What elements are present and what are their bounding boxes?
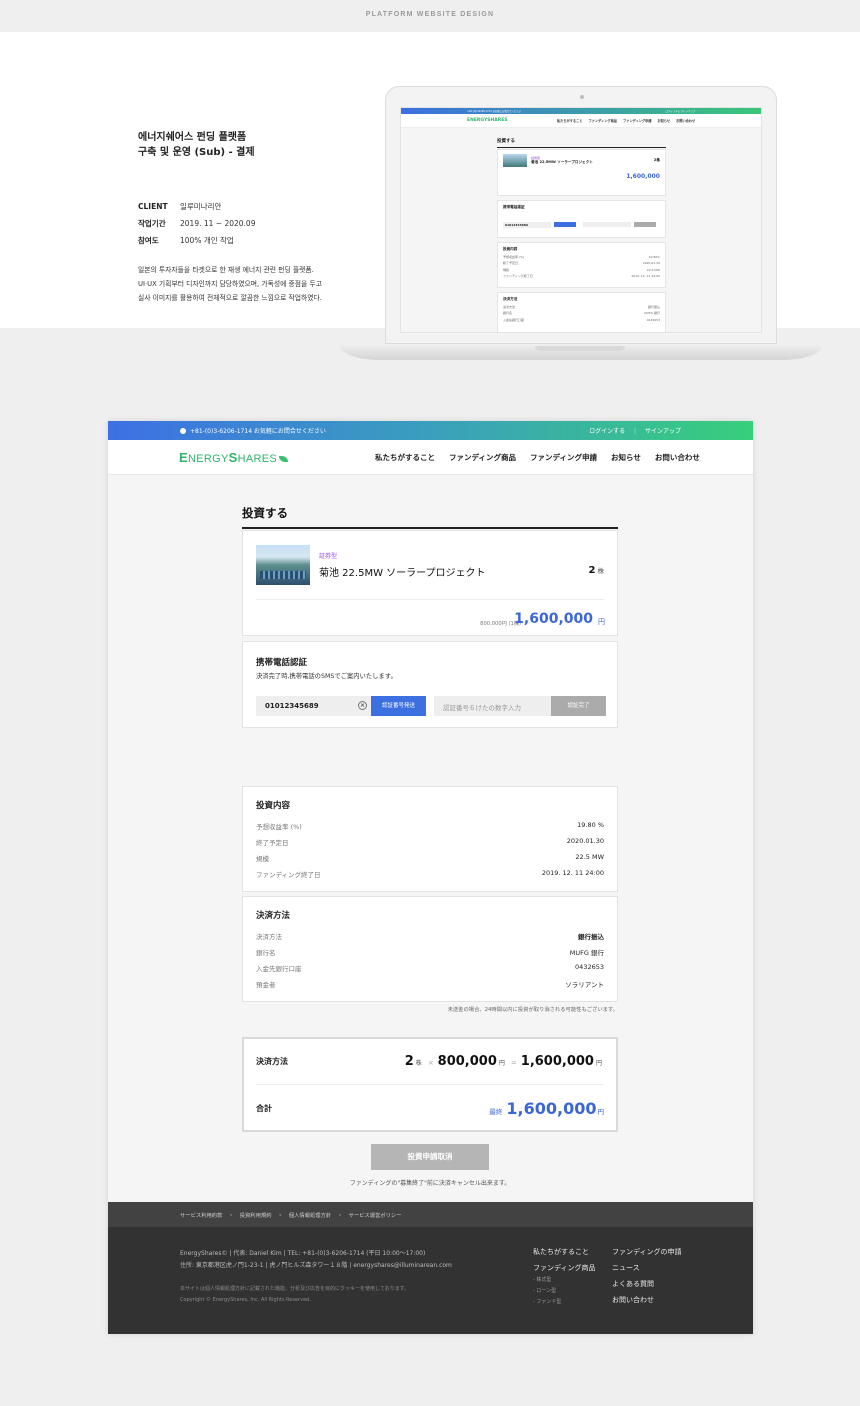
leaf-icon bbox=[279, 455, 288, 462]
meta-row-client: CLIENT 일루미나리안 bbox=[138, 202, 222, 211]
phone-icon bbox=[180, 427, 186, 434]
intro-title: 에너지쉐어스 펀딩 플랫폼 구축 및 운영 (Sub) - 결제 bbox=[138, 132, 255, 158]
investment-card: 投資内容 予想収益率 (%) 19.80 % 終了予定日 2020.01.30 規模… bbox=[242, 786, 618, 892]
camera-dot bbox=[580, 95, 584, 99]
mini-body: 投資する 証券型 菊池 22.5MW ソーラープロジェクト 2株 1,600,0… bbox=[401, 128, 761, 332]
contact-text: +81-(0)3-6206-1714 お気軽にお問合せください bbox=[190, 428, 326, 435]
kv-row: 銀行名 MUFG 銀行 bbox=[256, 949, 604, 957]
mini-nav: ENERGYSHARES 私たちがすること ファンディング商品 ファンディング申請お… bbox=[401, 114, 761, 128]
laptop-mockup: +81-(0)3-6206-1714 お気軽にお問合せください ログインする サ… bbox=[385, 86, 777, 344]
summary-calc-row: 決済方法 2 株 × 800,000 円 = 1,600,000 円 bbox=[256, 1039, 604, 1085]
cancel-investment-button[interactable]: 投資申請取消 bbox=[371, 1144, 489, 1170]
menu-item-apply[interactable]: ファンディング申請 bbox=[530, 452, 597, 463]
kv-row: ファンディング終了日 2019. 12. 11 24:00 bbox=[256, 869, 604, 879]
payment-card: 決済方法 決済方法 銀行振込 銀行名 MUFG 銀行 入金先銀行口座 0432653 … bbox=[242, 896, 618, 1002]
footer-nav-about[interactable]: 私たちがすること bbox=[533, 1247, 589, 1257]
page-title: 投資する bbox=[242, 506, 288, 520]
summary-total-row: 合計 最終 1,600,000円 bbox=[256, 1099, 604, 1118]
clear-icon[interactable]: × bbox=[358, 701, 367, 710]
mini-auth-card: 携帯電話認証 01012345689 bbox=[497, 200, 666, 238]
final-total: 最終 1,600,000円 bbox=[489, 1099, 604, 1118]
mini-menu: 私たちがすること ファンディング商品 ファンディング申請 お知らせ お問い合わせ bbox=[557, 119, 696, 123]
footer-link-privacy[interactable]: 個人情報処理方針 bbox=[289, 1211, 331, 1219]
laptop-notch bbox=[535, 346, 625, 351]
payment-summary: 決済方法 2 株 × 800,000 円 = 1,600,000 円 合計 最終 1,600,0… bbox=[242, 1037, 618, 1132]
laptop-screen: +81-(0)3-6206-1714 お気軽にお問合せください ログインする サ… bbox=[400, 107, 762, 333]
kv-row: 預金者 ソラリアント bbox=[256, 981, 604, 989]
phone-input[interactable]: 01012345689 × bbox=[256, 696, 371, 716]
product-name: 菊池 22.5MW ソーラープロジェクト bbox=[319, 568, 486, 579]
copyright: Copyright © EnergyShares, Inc. All Right… bbox=[180, 1297, 311, 1303]
remittance-note: 未送金の場合、24時間以内に投資が取り消される可能性もございます。 bbox=[447, 1007, 618, 1013]
cookie-notice: 本サイトは個人情報処理方針に記載された機能、分析及び広告を目的にクッキーを使用し… bbox=[180, 1286, 410, 1292]
footer-nav-fund[interactable]: - ファンド型 bbox=[533, 1298, 561, 1305]
signup-link[interactable]: サインアップ bbox=[645, 428, 681, 435]
code-input[interactable]: 認証番号６けたの数字入力 bbox=[434, 696, 551, 716]
auth-subtitle: 決済完了時,携帯電話のSMSでご案内いたします。 bbox=[256, 673, 397, 680]
mini-pay-card: 決済方法 決済方法 銀行振込 銀行名 MUFG 銀行 入金先銀行口座 0432653 bbox=[497, 292, 666, 332]
mini-page-title: 投資する bbox=[497, 139, 515, 144]
menu-item-products[interactable]: ファンディング商品 bbox=[449, 452, 516, 463]
mini-done-button bbox=[634, 222, 656, 227]
payment-title: 決済方法 bbox=[256, 911, 291, 921]
menu-item-about[interactable]: 私たちがすること bbox=[375, 452, 435, 463]
footer-nav-apply[interactable]: ファンディングの申請 bbox=[612, 1247, 682, 1257]
title-rule bbox=[242, 527, 618, 529]
site-mockup: +81-(0)3-6206-1714 お気軽にお問合せください ログインする |… bbox=[108, 421, 753, 1334]
kv-row: 決済方法 銀行振込 bbox=[256, 933, 604, 941]
checkout-content: 投資する 証券型 菊池 22.5MW ソーラープロジェクト 2株 800,000… bbox=[108, 475, 753, 1202]
footer-links: サービス利用約款 ・ 投資利用規約 ・ 個人情報処理方針 ・ サービス運営ポリシ… bbox=[108, 1202, 753, 1227]
footer-link-invest-terms[interactable]: 投資利用規約 bbox=[240, 1211, 272, 1219]
investment-title: 投資内容 bbox=[256, 801, 291, 811]
menu-item-contact[interactable]: お問い合わせ bbox=[655, 452, 700, 463]
kv-row: 終了予定日 2020.01.30 bbox=[256, 837, 604, 847]
send-code-button[interactable]: 認証番号発送 bbox=[371, 696, 426, 716]
kv-row: 規模 22.5 MW bbox=[256, 853, 604, 863]
kv-row: 予想収益率 (%) 19.80 % bbox=[256, 821, 604, 831]
mini-code-input bbox=[583, 222, 631, 227]
product-quantity: 2株 bbox=[588, 565, 604, 576]
login-link[interactable]: ログインする bbox=[589, 428, 625, 435]
footer-nav-news[interactable]: ニュース bbox=[612, 1263, 640, 1273]
main-menu: 私たちがすること ファンディング商品 ファンディング申請 お知らせ お問い合わせ bbox=[375, 452, 714, 463]
product-thumbnail bbox=[256, 545, 310, 585]
verify-button[interactable]: 認証完了 bbox=[551, 696, 606, 716]
footer-link-policy[interactable]: サービス運営ポリシー bbox=[349, 1211, 402, 1219]
intro-description: 일본의 투자자들을 타겟으로 한 재생 에너지 관련 펀딩 플랫폼. UI·UX… bbox=[138, 266, 322, 302]
footer-nav-equity[interactable]: - 株式型 bbox=[533, 1276, 551, 1283]
meta-row-contribution: 참여도 100% 개인 작업 bbox=[138, 236, 234, 245]
product-card: 証券型 菊池 22.5MW ソーラープロジェクト 2株 800,000円 (1株… bbox=[242, 530, 618, 636]
footer-nav-faq[interactable]: よくある質問 bbox=[612, 1279, 654, 1289]
kv-row: 入金先銀行口座 0432653 bbox=[256, 963, 604, 973]
footer-main: EnergyShares© | 代表: Daniel Kim | TEL: +8… bbox=[108, 1227, 753, 1334]
product-total: 1,600,000 bbox=[514, 611, 593, 627]
mini-logo: ENERGYSHARES bbox=[467, 118, 508, 123]
mini-invest-card: 投資内容 予想収益率 (%) 19.80% 終了予定日 2020.01.30 規模 2… bbox=[497, 242, 666, 288]
cancel-note: ファンディングの"募集終了"前に決済キャンセル出来ます。 bbox=[349, 1180, 511, 1187]
site-nav: ENERGYSHARES 私たちがすること ファンディング商品 ファンディング申… bbox=[108, 440, 753, 475]
footer-nav-loan[interactable]: - ローン型 bbox=[533, 1287, 556, 1294]
company-info: EnergyShares© | 代表: Daniel Kim | TEL: +8… bbox=[180, 1250, 426, 1257]
footer-nav-contact[interactable]: お問い合わせ bbox=[612, 1295, 654, 1305]
mini-title-rule bbox=[497, 147, 666, 148]
menu-item-news[interactable]: お知らせ bbox=[611, 452, 641, 463]
project-meta: CLIENT 일루미나리안 작업기간 2019. 11 ~ 2020.09 참여… bbox=[138, 198, 255, 249]
phone-auth-card: 携帯電話認証 決済完了時,携帯電話のSMSでご案内いたします。 01012345… bbox=[242, 641, 618, 728]
yen-unit: 円 bbox=[598, 618, 605, 626]
banner-label: PLATFORM WEBSITE DESIGN bbox=[365, 11, 495, 18]
divider bbox=[256, 599, 604, 600]
footer-link-terms[interactable]: サービス利用約款 bbox=[180, 1211, 222, 1219]
calc-expression: 2 株 × 800,000 円 = 1,600,000 円 bbox=[404, 1054, 602, 1069]
mini-product-thumb bbox=[503, 154, 527, 167]
mini-product-card: 証券型 菊池 22.5MW ソーラープロジェクト 2株 1,600,000 bbox=[497, 149, 666, 196]
site-topbar: +81-(0)3-6206-1714 お気軽にお問合せください ログインする |… bbox=[108, 421, 753, 440]
auth-title: 携帯電話認証 bbox=[256, 658, 308, 668]
site-logo[interactable]: ENERGYSHARES bbox=[179, 450, 375, 465]
meta-row-period: 작업기간 2019. 11 ~ 2020.09 bbox=[138, 219, 256, 228]
mini-send-button bbox=[554, 222, 576, 227]
company-address: 住所: 東京都港区虎ノ門1-23-1 | 虎ノ門ヒルズ森タワー１８階 | ene… bbox=[180, 1262, 452, 1269]
footer-nav-products[interactable]: ファンディング商品 bbox=[533, 1263, 596, 1273]
top-banner: PLATFORM WEBSITE DESIGN bbox=[0, 0, 860, 32]
product-tag: 証券型 bbox=[319, 553, 338, 560]
